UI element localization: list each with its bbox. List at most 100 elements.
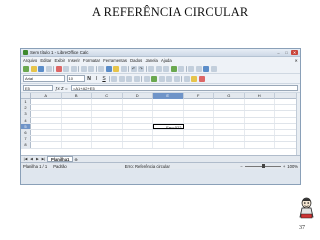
grid-cell[interactable] <box>184 123 214 129</box>
grid-cell[interactable] <box>92 123 123 129</box>
cut-icon[interactable] <box>98 65 104 72</box>
sort-descending-icon[interactable] <box>163 65 169 72</box>
sheet-tab-planilha1[interactable]: Planilha1 <box>47 156 74 162</box>
close-window-button[interactable]: ✕ <box>291 50 298 55</box>
align-right-icon[interactable] <box>126 75 132 82</box>
grid-cell[interactable] <box>92 142 123 148</box>
grid-cell[interactable] <box>62 111 92 117</box>
copy-icon[interactable] <box>105 65 112 72</box>
grid-cell[interactable] <box>62 129 92 136</box>
menu-formatar[interactable]: Formatar <box>83 58 100 63</box>
grid-cell[interactable] <box>245 123 275 129</box>
menu-inserir[interactable]: Inserir <box>68 58 80 63</box>
grid-cell[interactable] <box>214 99 245 105</box>
grid-cell[interactable] <box>214 129 245 136</box>
grid-cell[interactable] <box>184 142 214 148</box>
spellcheck-icon[interactable] <box>80 65 87 72</box>
font-size-box[interactable]: 10 <box>66 75 85 82</box>
grid-cell[interactable] <box>92 136 123 142</box>
next-sheet-icon[interactable]: ▶ <box>35 157 40 162</box>
grid-cell[interactable] <box>123 117 153 123</box>
grid-cell[interactable] <box>92 99 123 105</box>
grid-cell[interactable] <box>153 142 184 148</box>
menu-exibir[interactable]: Exibir <box>55 58 65 63</box>
spreadsheet-grid[interactable]: A B C D E F G H 1 2 3 4 5 Erro:522 6 7 8 <box>21 93 300 155</box>
grid-cell[interactable] <box>153 129 184 136</box>
grid-cell[interactable] <box>123 129 153 136</box>
grid-cell[interactable] <box>31 142 62 148</box>
grid-cell[interactable] <box>123 105 153 111</box>
grid-cell[interactable] <box>62 136 92 142</box>
find-icon[interactable] <box>188 65 194 72</box>
grid-cell[interactable] <box>153 117 184 123</box>
menu-editar[interactable]: Editar <box>40 58 51 63</box>
grid-cell[interactable] <box>245 99 275 105</box>
grid-cell[interactable] <box>92 105 123 111</box>
navigator-icon[interactable] <box>195 65 202 72</box>
grid-cell[interactable] <box>123 142 153 148</box>
justify-icon[interactable] <box>133 75 140 82</box>
sort-ascending-icon[interactable] <box>155 65 162 72</box>
zoom-slider[interactable] <box>244 164 281 168</box>
grid-cell[interactable] <box>214 142 245 148</box>
grid-cell[interactable] <box>123 136 153 142</box>
row-header[interactable]: 6 <box>21 129 31 136</box>
gallery-icon[interactable] <box>203 65 209 72</box>
active-cell[interactable]: Erro:522 <box>153 123 184 129</box>
menu-arquivo[interactable]: Arquivo <box>23 58 37 63</box>
grid-cell[interactable] <box>123 99 153 105</box>
chart-icon[interactable] <box>170 65 177 72</box>
grid-cell[interactable] <box>245 111 275 117</box>
row-header[interactable]: 1 <box>21 99 31 105</box>
decimal-remove-icon[interactable] <box>173 75 180 82</box>
align-left-icon[interactable] <box>111 75 117 82</box>
grid-cell[interactable] <box>31 105 62 111</box>
last-sheet-icon[interactable]: ▶| <box>41 157 46 162</box>
grid-cell[interactable] <box>62 142 92 148</box>
menu-dados[interactable]: Dados <box>130 58 142 63</box>
formula-input[interactable]: =A1+A2+E5 <box>71 84 298 92</box>
grid-cell[interactable] <box>31 99 62 105</box>
grid-cell[interactable] <box>31 123 62 129</box>
decimal-add-icon[interactable] <box>166 75 172 82</box>
grid-cell[interactable] <box>214 111 245 117</box>
name-box[interactable]: E5 <box>23 84 53 92</box>
grid-cell[interactable] <box>153 111 184 117</box>
paste-icon[interactable] <box>113 65 119 72</box>
grid-cell[interactable] <box>153 136 184 142</box>
menu-ferramentas[interactable]: Ferramentas <box>103 58 127 63</box>
grid-cell[interactable] <box>214 117 245 123</box>
print-preview-icon[interactable] <box>70 65 77 72</box>
row-header[interactable]: 8 <box>21 142 31 148</box>
grid-cell[interactable] <box>184 117 214 123</box>
open-folder-icon[interactable] <box>30 65 37 72</box>
grid-cell[interactable] <box>92 129 123 136</box>
background-color-icon[interactable] <box>191 75 197 82</box>
grid-cell[interactable] <box>245 136 275 142</box>
help-icon[interactable] <box>210 65 217 72</box>
hyperlink-icon[interactable] <box>148 65 154 72</box>
grid-cell[interactable] <box>184 129 214 136</box>
undo-icon[interactable]: ↶ <box>130 65 137 72</box>
clone-formatting-icon[interactable] <box>120 65 127 72</box>
borders-icon[interactable] <box>183 75 190 82</box>
grid-cell[interactable] <box>184 136 214 142</box>
prev-sheet-icon[interactable]: ◀ <box>29 157 34 162</box>
grid-cell[interactable] <box>31 117 62 123</box>
grid-cell[interactable] <box>62 105 92 111</box>
grid-cell[interactable] <box>62 117 92 123</box>
redo-icon[interactable]: ↷ <box>138 65 144 72</box>
underline-icon[interactable]: S <box>101 76 107 82</box>
email-icon[interactable] <box>45 65 52 72</box>
currency-format-icon[interactable] <box>151 75 157 82</box>
grid-cell[interactable] <box>245 142 275 148</box>
menu-janela[interactable]: Janela <box>145 58 157 63</box>
grid-cell[interactable] <box>245 105 275 111</box>
grid-cell[interactable] <box>153 99 184 105</box>
grid-cell[interactable] <box>153 105 184 111</box>
bold-icon[interactable]: N <box>86 76 92 82</box>
function-wizard-icon[interactable]: ƒx Σ = <box>55 86 69 91</box>
grid-cell[interactable] <box>184 111 214 117</box>
grid-cell[interactable] <box>31 111 62 117</box>
grid-cell[interactable] <box>184 105 214 111</box>
